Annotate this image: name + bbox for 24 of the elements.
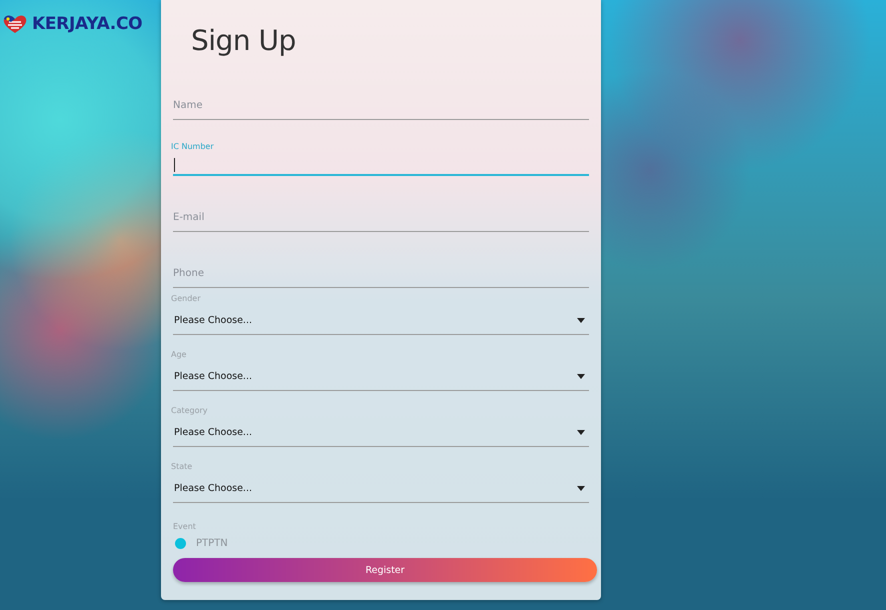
radio-label: PTPTN bbox=[196, 538, 228, 548]
dropdown-caret-icon bbox=[577, 318, 585, 323]
logo-text: KERJAYA.CO bbox=[32, 14, 142, 34]
ic-number-field[interactable] bbox=[173, 156, 589, 176]
dropdown-field[interactable]: Please Choose... bbox=[173, 475, 589, 503]
field-placeholder: Name bbox=[173, 100, 204, 111]
field-label: State bbox=[171, 462, 194, 473]
field-label: Gender bbox=[171, 294, 202, 305]
field-label: Age bbox=[171, 350, 188, 361]
field-placeholder: E-mail bbox=[173, 212, 206, 223]
form-title: Sign Up bbox=[191, 24, 297, 59]
field-label: Event bbox=[173, 522, 197, 531]
dropdown-field[interactable]: Please Choose... bbox=[173, 363, 589, 391]
flag-heart-logo-icon bbox=[2, 14, 28, 34]
dropdown-caret-icon bbox=[577, 430, 585, 435]
field-label: IC Number bbox=[171, 142, 215, 151]
register-button[interactable]: Register bbox=[173, 558, 597, 582]
radio-button[interactable] bbox=[175, 538, 186, 548]
dropdown-caret-icon bbox=[577, 486, 585, 491]
dropdown-caret-icon bbox=[577, 374, 585, 379]
dropdown-field[interactable]: Please Choose... bbox=[173, 419, 589, 447]
dropdown-field[interactable]: Please Choose... bbox=[173, 307, 589, 335]
field-label: Category bbox=[171, 406, 209, 417]
field-placeholder: Phone bbox=[173, 268, 205, 279]
